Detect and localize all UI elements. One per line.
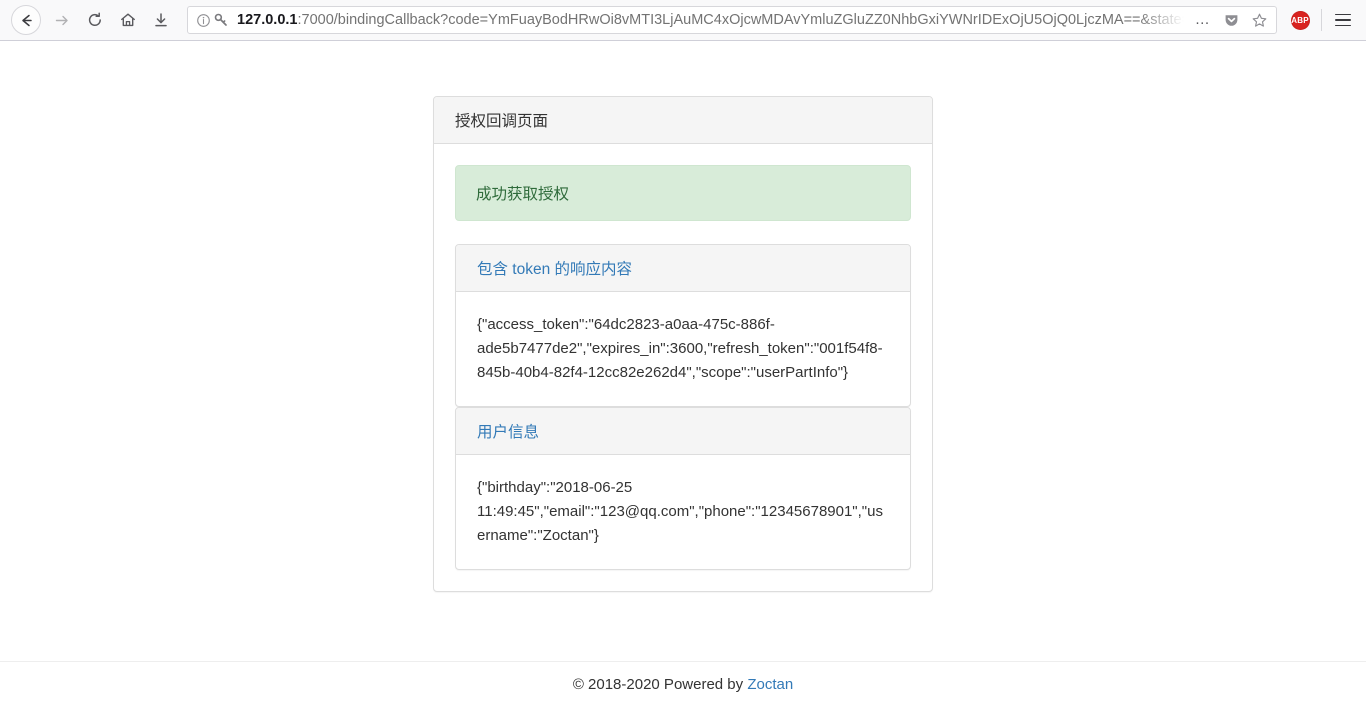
hamburger-line	[1335, 24, 1351, 27]
card-header: 授权回调页面	[434, 97, 932, 144]
abp-icon: ABP	[1290, 10, 1310, 30]
page-actions-button[interactable]: …	[1190, 8, 1216, 32]
forward-arrow-icon	[55, 15, 68, 25]
callback-card: 授权回调页面 成功获取授权 包含 token 的响应内容 {"access_to…	[433, 96, 933, 592]
app-menu-button[interactable]	[1328, 5, 1358, 35]
home-button[interactable]	[111, 4, 144, 37]
success-alert: 成功获取授权	[455, 165, 911, 221]
success-alert-text: 成功获取授权	[476, 186, 570, 203]
info-circle-icon[interactable]	[196, 13, 211, 28]
token-panel-body: {"access_token":"64dc2823-a0aa-475c-886f…	[456, 292, 910, 406]
page-actions-icon: …	[1194, 11, 1212, 28]
footer-author-link[interactable]: Zoctan	[747, 676, 793, 693]
footer-text: © 2018-2020 Powered by Zoctan	[0, 676, 1366, 693]
token-panel-title: 包含 token 的响应内容	[477, 261, 633, 278]
forward-button[interactable]	[45, 4, 78, 37]
bookmark-button[interactable]	[1246, 8, 1272, 32]
token-panel: 包含 token 的响应内容 {"access_token":"64dc2823…	[455, 244, 911, 407]
home-icon	[120, 13, 135, 27]
footer-copyright: © 2018-2020 Powered by	[572, 676, 748, 693]
user-info-panel-title: 用户信息	[477, 424, 540, 441]
url-text[interactable]: 127.0.0.1:7000/bindingCallback?code=YmFu…	[237, 7, 1184, 33]
pocket-button[interactable]	[1218, 8, 1244, 32]
user-info-panel: 用户信息 {"birthday":"2018-06-25 11:49:45","…	[455, 407, 911, 570]
star-icon	[1252, 13, 1266, 27]
hamburger-line	[1335, 13, 1351, 16]
adblock-plus-button[interactable]: ABP	[1285, 5, 1315, 35]
back-arrow-icon	[21, 14, 32, 26]
url-path: :7000/bindingCallback?code=YmFuayBodHRwO…	[297, 12, 1184, 28]
reload-icon	[88, 12, 101, 26]
token-response-text: {"access_token":"64dc2823-a0aa-475c-886f…	[477, 316, 883, 381]
downloads-button[interactable]	[144, 4, 177, 37]
hamburger-line	[1335, 19, 1351, 21]
navigation-buttons	[8, 4, 177, 37]
back-button[interactable]	[11, 5, 41, 35]
browser-toolbar: 127.0.0.1:7000/bindingCallback?code=YmFu…	[0, 0, 1366, 41]
card-body: 成功获取授权 包含 token 的响应内容 {"access_token":"6…	[434, 144, 932, 591]
toolbar-separator	[1321, 9, 1322, 31]
url-host: 127.0.0.1	[237, 12, 298, 28]
user-info-panel-body: {"birthday":"2018-06-25 11:49:45","email…	[456, 455, 910, 569]
page-title: 授权回调页面	[455, 113, 549, 130]
reload-button[interactable]	[78, 4, 111, 37]
content-container: 授权回调页面 成功获取授权 包含 token 的响应内容 {"access_to…	[433, 41, 933, 592]
key-icon[interactable]	[214, 13, 228, 27]
urlbar-actions: …	[1184, 8, 1272, 32]
download-icon	[154, 13, 167, 27]
page-viewport: 授权回调页面 成功获取授权 包含 token 的响应内容 {"access_to…	[0, 41, 1366, 709]
user-info-panel-header: 用户信息	[456, 408, 910, 455]
user-info-text: {"birthday":"2018-06-25 11:49:45","email…	[477, 479, 883, 544]
page-footer: © 2018-2020 Powered by Zoctan	[0, 661, 1366, 709]
token-panel-header: 包含 token 的响应内容	[456, 245, 910, 292]
address-bar[interactable]: 127.0.0.1:7000/bindingCallback?code=YmFu…	[187, 6, 1277, 34]
pocket-icon	[1225, 14, 1237, 26]
